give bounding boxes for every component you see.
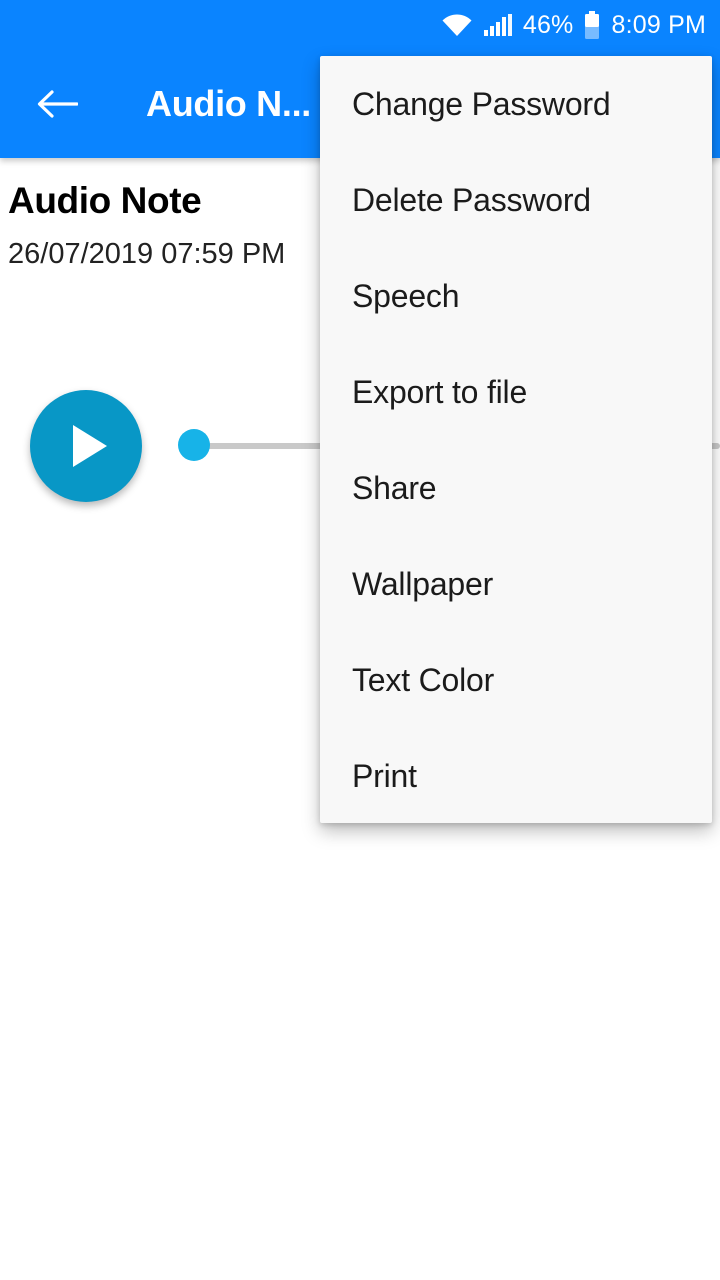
status-bar-icons: 46% 8:09 PM bbox=[441, 11, 706, 39]
phone-screen: 46% 8:09 PM Audio N... Audio Note 26/07/… bbox=[0, 0, 720, 1280]
battery-percent-label: 46% bbox=[522, 10, 574, 39]
note-timestamp: 26/07/2019 07:59 PM bbox=[8, 238, 286, 270]
menu-item-change-password[interactable]: Change Password bbox=[320, 56, 712, 152]
menu-item-speech[interactable]: Speech bbox=[320, 248, 712, 344]
menu-item-export-to-file[interactable]: Export to file bbox=[320, 344, 712, 440]
menu-item-share[interactable]: Share bbox=[320, 440, 712, 536]
status-bar: 46% 8:09 PM bbox=[0, 0, 720, 50]
play-icon bbox=[73, 425, 107, 467]
menu-item-print[interactable]: Print bbox=[320, 728, 712, 823]
back-arrow-icon bbox=[36, 87, 78, 121]
signal-bars-icon bbox=[483, 14, 512, 36]
menu-item-label: Change Password bbox=[352, 85, 611, 122]
page-title: Audio N... bbox=[146, 83, 311, 124]
menu-item-label: Wallpaper bbox=[352, 565, 494, 602]
overflow-menu: Change Password Delete Password Speech E… bbox=[320, 56, 712, 823]
battery-icon bbox=[584, 11, 600, 39]
clock-label: 8:09 PM bbox=[611, 10, 706, 39]
menu-item-label: Export to file bbox=[352, 373, 528, 410]
menu-item-label: Share bbox=[352, 469, 437, 506]
back-button[interactable] bbox=[25, 72, 89, 136]
menu-item-label: Delete Password bbox=[352, 181, 591, 218]
menu-item-wallpaper[interactable]: Wallpaper bbox=[320, 536, 712, 632]
menu-item-text-color[interactable]: Text Color bbox=[320, 632, 712, 728]
wifi-icon bbox=[441, 13, 473, 37]
menu-item-label: Speech bbox=[352, 277, 460, 314]
menu-item-delete-password[interactable]: Delete Password bbox=[320, 152, 712, 248]
menu-item-label: Print bbox=[352, 757, 417, 794]
play-button[interactable] bbox=[30, 390, 142, 502]
note-title: Audio Note bbox=[8, 180, 202, 221]
menu-item-label: Text Color bbox=[352, 661, 495, 698]
seek-thumb[interactable] bbox=[178, 429, 210, 461]
